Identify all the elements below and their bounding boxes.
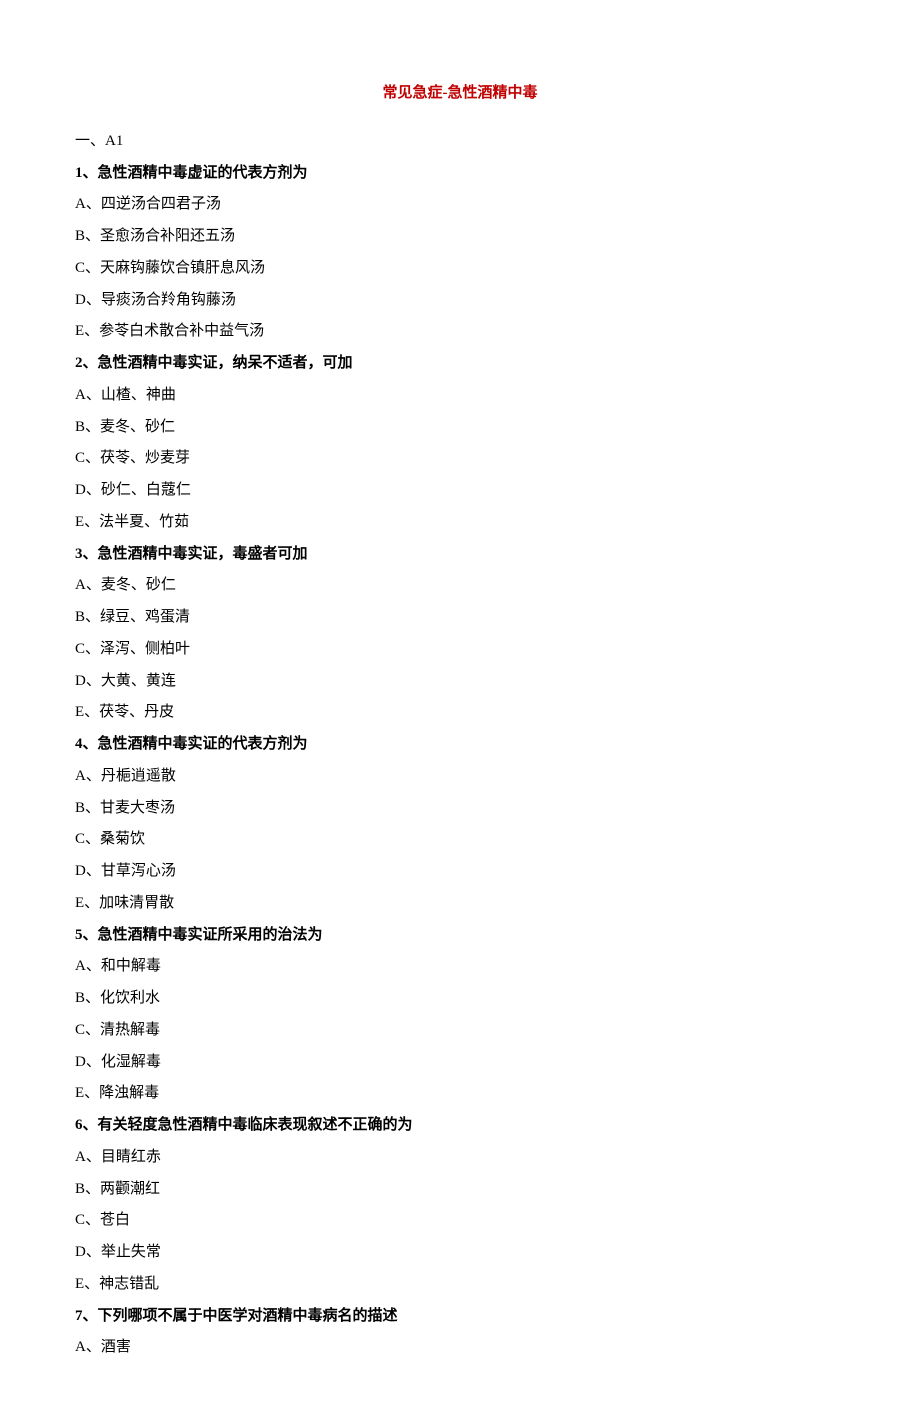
option-e: E、茯苓、丹皮	[75, 699, 845, 727]
question-stem: 1、急性酒精中毒虚证的代表方剂为	[75, 160, 845, 188]
option-b: B、两颧潮红	[75, 1176, 845, 1204]
option-e: E、降浊解毒	[75, 1080, 845, 1108]
option-a: A、山楂、神曲	[75, 382, 845, 410]
question-stem: 5、急性酒精中毒实证所采用的治法为	[75, 922, 845, 950]
document-title: 常见急症-急性酒精中毒	[75, 80, 845, 108]
option-a: A、和中解毒	[75, 953, 845, 981]
question-5: 5、急性酒精中毒实证所采用的治法为 A、和中解毒 B、化饮利水 C、清热解毒 D…	[75, 922, 845, 1109]
q2-stem-text: 急性酒精中毒实证，纳呆不适者，可加	[98, 355, 353, 371]
question-3: 3、急性酒精中毒实证，毒盛者可加 A、麦冬、砂仁 B、绿豆、鸡蛋清 C、泽泻、侧…	[75, 541, 845, 728]
option-d: D、化湿解毒	[75, 1049, 845, 1077]
q6-number: 6	[75, 1117, 83, 1133]
question-7: 7、下列哪项不属于中医学对酒精中毒病名的描述 A、酒害	[75, 1303, 845, 1363]
option-b: B、麦冬、砂仁	[75, 414, 845, 442]
q7-number: 7	[75, 1308, 83, 1324]
q5-number: 5	[75, 927, 83, 943]
option-b: B、甘麦大枣汤	[75, 795, 845, 823]
section-label: 一、A1	[75, 128, 845, 156]
question-2: 2、急性酒精中毒实证，纳呆不适者，可加 A、山楂、神曲 B、麦冬、砂仁 C、茯苓…	[75, 350, 845, 537]
option-e: E、法半夏、竹茹	[75, 509, 845, 537]
option-b: B、圣愈汤合补阳还五汤	[75, 223, 845, 251]
option-e: E、神志错乱	[75, 1271, 845, 1299]
option-a: A、四逆汤合四君子汤	[75, 191, 845, 219]
q1-number: 1	[75, 165, 83, 181]
q4-stem-text: 急性酒精中毒实证的代表方剂为	[98, 736, 308, 752]
option-a: A、麦冬、砂仁	[75, 572, 845, 600]
option-c: C、苍白	[75, 1207, 845, 1235]
question-1: 1、急性酒精中毒虚证的代表方剂为 A、四逆汤合四君子汤 B、圣愈汤合补阳还五汤 …	[75, 160, 845, 347]
option-b: B、绿豆、鸡蛋清	[75, 604, 845, 632]
option-d: D、甘草泻心汤	[75, 858, 845, 886]
option-e: E、参苓白术散合补中益气汤	[75, 318, 845, 346]
question-stem: 2、急性酒精中毒实证，纳呆不适者，可加	[75, 350, 845, 378]
option-d: D、导痰汤合羚角钩藤汤	[75, 287, 845, 315]
question-stem: 3、急性酒精中毒实证，毒盛者可加	[75, 541, 845, 569]
question-stem: 7、下列哪项不属于中医学对酒精中毒病名的描述	[75, 1303, 845, 1331]
option-d: D、大黄、黄连	[75, 668, 845, 696]
q7-stem-text: 下列哪项不属于中医学对酒精中毒病名的描述	[98, 1308, 398, 1324]
option-a: A、目睛红赤	[75, 1144, 845, 1172]
question-stem: 6、有关轻度急性酒精中毒临床表现叙述不正确的为	[75, 1112, 845, 1140]
option-c: C、茯苓、炒麦芽	[75, 445, 845, 473]
option-e: E、加味清胃散	[75, 890, 845, 918]
option-c: C、泽泻、侧柏叶	[75, 636, 845, 664]
q6-stem-text: 有关轻度急性酒精中毒临床表现叙述不正确的为	[98, 1117, 413, 1133]
option-a: A、酒害	[75, 1334, 845, 1362]
option-a: A、丹梔逍遥散	[75, 763, 845, 791]
question-4: 4、急性酒精中毒实证的代表方剂为 A、丹梔逍遥散 B、甘麦大枣汤 C、桑菊饮 D…	[75, 731, 845, 918]
option-b: B、化饮利水	[75, 985, 845, 1013]
question-stem: 4、急性酒精中毒实证的代表方剂为	[75, 731, 845, 759]
option-c: C、清热解毒	[75, 1017, 845, 1045]
q4-number: 4	[75, 736, 83, 752]
q3-stem-text: 急性酒精中毒实证，毒盛者可加	[98, 546, 308, 562]
q1-stem-text: 急性酒精中毒虚证的代表方剂为	[98, 165, 308, 181]
q2-number: 2	[75, 355, 83, 371]
option-c: C、桑菊饮	[75, 826, 845, 854]
option-d: D、举止失常	[75, 1239, 845, 1267]
q5-stem-text: 急性酒精中毒实证所采用的治法为	[98, 927, 323, 943]
question-6: 6、有关轻度急性酒精中毒临床表现叙述不正确的为 A、目睛红赤 B、两颧潮红 C、…	[75, 1112, 845, 1299]
option-d: D、砂仁、白蔻仁	[75, 477, 845, 505]
q3-number: 3	[75, 546, 83, 562]
option-c: C、天麻钩藤饮合镇肝息风汤	[75, 255, 845, 283]
